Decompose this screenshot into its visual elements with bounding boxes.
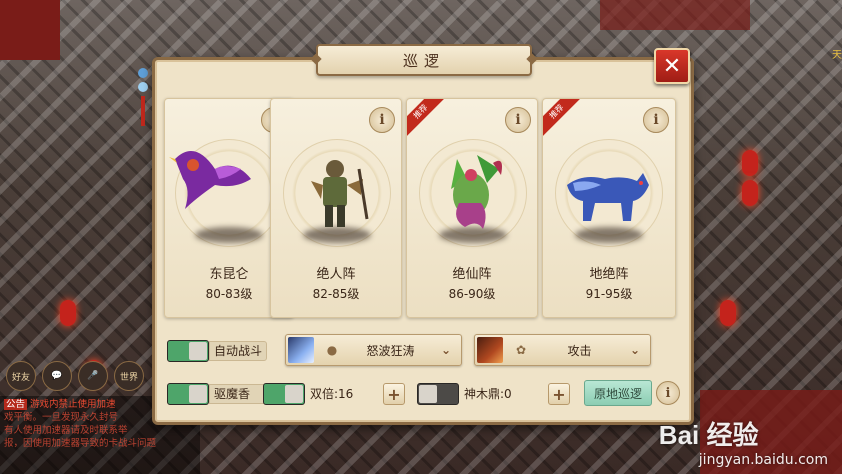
action-select[interactable]: ✿ 攻击 ⌄ — [474, 334, 651, 366]
chevron-down-icon: ⌄ — [630, 343, 641, 357]
info-icon[interactable]: i — [643, 107, 669, 133]
auto-battle-row: 自动战斗 — [167, 340, 268, 362]
patrol-cards: i 东昆仑 80-83级 i 绝人阵 82-85级 推荐 — [164, 98, 676, 318]
dialog-title: 巡逻 — [316, 44, 532, 76]
chat-line: 游戏内禁止使用加速 — [30, 399, 116, 410]
auto-battle-toggle[interactable] — [167, 340, 209, 362]
world-channel-button[interactable]: 世界 — [114, 361, 144, 391]
help-info-icon[interactable]: i — [656, 381, 680, 405]
wave-skill-icon — [288, 337, 314, 363]
double-plus-button[interactable]: + — [383, 383, 405, 405]
card-level: 82-85级 — [312, 287, 360, 301]
patrol-in-place-button[interactable]: 原地巡逻 — [584, 380, 652, 406]
card-level: 91-95级 — [585, 287, 633, 301]
demon-incense-toggle[interactable] — [167, 383, 209, 405]
baidu-watermark: Bai 经验 jingyan.baidu.com — [659, 415, 828, 468]
shenmu-toggle[interactable] — [417, 383, 459, 405]
person-icon: ● — [326, 343, 338, 357]
friends-button[interactable]: 好友 — [6, 361, 36, 391]
watermark-url: jingyan.baidu.com — [698, 452, 828, 468]
patrol-card-juexian[interactable]: 推荐 i 绝仙阵 86-90级 — [406, 98, 538, 318]
card-name: 地绝阵 — [589, 267, 629, 282]
auto-battle-label: 自动战斗 — [209, 341, 268, 361]
card-name: 绝仙阵 — [452, 267, 492, 282]
card-level: 86-90级 — [448, 287, 496, 301]
action-select-value: 攻击 — [567, 343, 592, 358]
voice-mic-icon[interactable]: 🎤 — [78, 361, 108, 391]
watermark-brand: Bai 经验 — [658, 420, 759, 450]
demon-incense-label: 驱魔香 — [209, 384, 269, 404]
chevron-down-icon: ⌄ — [441, 343, 452, 357]
close-button[interactable]: ✕ — [654, 48, 690, 84]
chat-line: 报，因使用加速器导致的卡战斗问题 — [4, 438, 157, 449]
double-label: 双倍:16 — [310, 387, 354, 401]
patrol-card-dijue[interactable]: 推荐 i 地绝阵 91-95级 — [542, 98, 676, 318]
paw-icon: ✿ — [515, 343, 527, 357]
chat-line: 有人使用加速器请及时联系举 — [4, 425, 128, 436]
double-toggle[interactable] — [263, 383, 305, 405]
shenmu-label: 神木鼎:0 — [464, 387, 512, 401]
skill-select[interactable]: ● 怒波狂涛 ⌄ — [285, 334, 462, 366]
chat-bubble-icon[interactable]: 💬 — [42, 361, 72, 391]
info-icon[interactable]: i — [505, 107, 531, 133]
pendant-decoration — [138, 64, 148, 144]
double-row: 双倍:16 — [263, 383, 387, 405]
skill-select-value: 怒波狂涛 — [366, 343, 415, 358]
chat-toolbar: 好友 💬 🎤 世界 — [0, 360, 156, 392]
shenmu-plus-button[interactable]: + — [548, 383, 570, 405]
hud-top-right-text: 天 — [832, 50, 842, 61]
announcement-tag: 公告 — [4, 399, 28, 410]
demon-incense-row: 驱魔香 — [167, 383, 269, 405]
patrol-card-jueren[interactable]: i 绝人阵 82-85级 — [270, 98, 402, 318]
card-name: 绝人阵 — [316, 267, 356, 282]
sword-attack-icon — [477, 337, 503, 363]
shenmu-row: 神木鼎:0 — [417, 383, 549, 405]
info-icon[interactable]: i — [369, 107, 395, 133]
